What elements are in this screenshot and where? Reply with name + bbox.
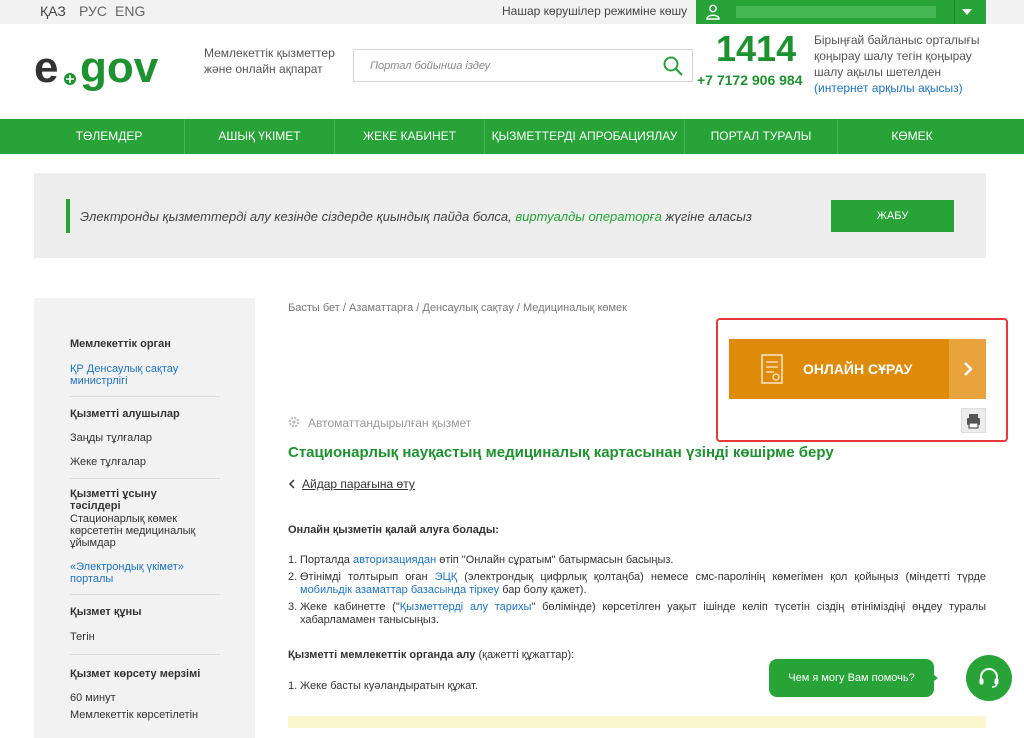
gear-icon xyxy=(288,416,300,428)
page-title: Стационарлық науқастың медициналық карта… xyxy=(288,444,834,461)
close-notice-button[interactable]: ЖАБУ xyxy=(831,200,954,232)
online-request-label: ОНЛАЙН СҰРАУ xyxy=(803,361,913,377)
gov-body-link[interactable]: ҚР Денсаулық сақтау министрлігі xyxy=(70,363,210,387)
term-label: Қызмет көрсету мерзімі xyxy=(70,668,201,680)
user-icon xyxy=(706,4,720,20)
list-item: 3. Жеке кабинетте ("Қызметтерді алу тари… xyxy=(288,601,987,626)
online-request-button[interactable]: ОНЛАЙН СҰРАУ xyxy=(729,339,986,399)
automated-service-label: Автоматтандырылған қызмет xyxy=(288,416,471,430)
top-bar: ҚАЗ РУС ENG Нашар көрушілер режиміне көш… xyxy=(0,0,1024,24)
sidebar-divider xyxy=(70,654,220,655)
headset-icon xyxy=(979,668,999,688)
list-item: 1. Порталда авторизациядан өтіп "Онлайн … xyxy=(288,554,674,566)
chat-button[interactable] xyxy=(966,655,1012,701)
chevron-left-icon xyxy=(288,479,295,489)
sidebar-divider xyxy=(70,478,220,479)
nav-help[interactable]: КӨМЕК xyxy=(838,119,986,154)
method-egov-portal-link[interactable]: «Электрондық үкімет» порталы xyxy=(70,561,210,585)
required-docs-list: 1. Жеке басты куәландыратын құжат. xyxy=(288,680,478,696)
methods-label: Қызметті ұсыну тәсілдері xyxy=(70,488,157,512)
gov-body-docs-title: Қызметті мемлекеттік органда алу (қажетт… xyxy=(288,649,574,661)
callcenter-info: Бірыңғай байланыс орталығы қоңырау шалу … xyxy=(814,32,990,96)
service-info-sidebar: Мемлекеттік орган ҚР Денсаулық сақтау ми… xyxy=(34,298,255,738)
breadcrumb[interactable]: Басты бет / Азаматтарға / Денсаулық сақт… xyxy=(288,302,627,314)
header-tagline: Мемлекеттік қызметтер және онлайн ақпара… xyxy=(204,46,335,76)
lang-kaz[interactable]: ҚАЗ xyxy=(40,3,66,19)
notice-text-before: Электронды қызметтерді алу кезінде сізде… xyxy=(80,209,516,224)
method-medical-organizations: Стационарлық көмек көрсететін медициналы… xyxy=(70,513,196,549)
step-text: Порталда xyxy=(300,554,353,566)
automated-service-text: Автоматтандырылған қызмет xyxy=(308,416,472,430)
nav-personal-cabinet[interactable]: ЖЕКЕ КАБИНЕТ xyxy=(335,119,485,154)
nav-service-testing[interactable]: ҚЫЗМЕТТЕРДІ АПРОБАЦИЯЛАУ xyxy=(485,119,685,154)
how-to-title: Онлайн қызметін қалай алуға болады: xyxy=(288,524,499,536)
gov-body-docs-bold: Қызметті мемлекеттік органда алу xyxy=(288,649,476,661)
svg-text:e: e xyxy=(34,43,58,92)
user-menu[interactable] xyxy=(696,0,986,24)
recipients-label: Қызметті алушылар xyxy=(70,408,180,420)
nav-payments[interactable]: ТӨЛЕМДЕР xyxy=(34,119,185,154)
gov-body-label: Мемлекеттік орган xyxy=(70,338,171,350)
lang-rus[interactable]: РУС xyxy=(79,3,107,19)
recipient-individuals: Жеке тұлғалар xyxy=(70,456,146,468)
callcenter-long-number[interactable]: +7 7172 906 984 xyxy=(697,72,803,88)
egov-logo[interactable]: e gov xyxy=(34,42,190,92)
cost-label: Қызмет құны xyxy=(70,606,142,618)
lang-eng[interactable]: ENG xyxy=(115,3,145,19)
sidebar-divider xyxy=(70,594,220,595)
nav-open-government[interactable]: АШЫҚ ҮКІМЕТ xyxy=(185,119,335,154)
back-to-passport-link[interactable]: Айдар парағына өту xyxy=(288,477,415,491)
nav-about-portal[interactable]: ПОРТАЛ ТУРАЛЫ xyxy=(685,119,838,154)
online-request-arrow xyxy=(949,339,986,399)
svg-text:gov: gov xyxy=(80,43,159,92)
search-icon[interactable] xyxy=(662,55,684,77)
eds-link[interactable]: ЭЦҚ xyxy=(435,571,457,583)
term-value: 60 минут xyxy=(70,692,116,704)
step-text: Өтінімді толтырып оған xyxy=(300,571,435,583)
user-name-redacted xyxy=(736,6,936,18)
list-item: 1. Жеке басты куәландыратын құжат. xyxy=(288,680,478,692)
search-input[interactable] xyxy=(354,50,654,81)
step-text: (электрондық цифрлық қолтаңба) немесе см… xyxy=(457,571,986,583)
printer-icon xyxy=(967,414,980,429)
user-menu-divider xyxy=(954,0,955,24)
service-history-link[interactable]: Қызметтерді алу тарихы xyxy=(400,601,532,613)
vision-mode-link[interactable]: Нашар көрушілер режиміне көшу xyxy=(502,4,687,18)
notice-text: Электронды қызметтерді алу кезінде сізде… xyxy=(80,209,752,224)
back-link-text: Айдар парағына өту xyxy=(302,477,415,491)
gov-body-docs-rest: (қажетті құжаттар): xyxy=(475,649,575,661)
chevron-down-icon[interactable] xyxy=(962,9,972,15)
chevron-right-icon xyxy=(964,362,973,376)
step-text: Жеке кабинетте (" xyxy=(300,601,400,613)
info-banner xyxy=(288,716,986,728)
steps-list: 1. Порталда авторизациядан өтіп "Онлайн … xyxy=(288,554,986,631)
print-button[interactable] xyxy=(961,408,986,433)
term-value-extra: Мемлекеттік көрсетілетін xyxy=(70,709,199,721)
doc-item-text: Жеке басты куәландыратын құжат. xyxy=(300,680,478,692)
step-text: бар болу қажет). xyxy=(499,584,587,596)
notice-text-after: жүгіне аласыз xyxy=(661,209,752,224)
mobile-citizens-base-link[interactable]: мобильдік азаматтар базасында тіркеу xyxy=(300,584,499,596)
document-icon xyxy=(761,354,783,384)
chat-prompt-bubble[interactable]: Чем я могу Вам помочь? xyxy=(769,659,934,697)
cost-value: Тегін xyxy=(70,631,95,643)
callcenter-info-text: Бірыңғай байланыс орталығы қоңырау шалу … xyxy=(814,33,980,79)
virtual-operator-link[interactable]: виртуалды операторға xyxy=(515,209,661,224)
callcenter-short-number[interactable]: 1414 xyxy=(716,28,796,70)
list-item: 2. Өтінімді толтырып оған ЭЦҚ (электронд… xyxy=(288,571,986,596)
notice-accent-bar xyxy=(66,199,70,233)
chat-bubble-tail xyxy=(930,672,938,684)
virtual-operator-notice: Электронды қызметтерді алу кезінде сізде… xyxy=(34,173,986,258)
main-nav: ТӨЛЕМДЕР АШЫҚ ҮКІМЕТ ЖЕКЕ КАБИНЕТ ҚЫЗМЕТ… xyxy=(0,119,1024,154)
internet-call-link[interactable]: (интернет арқылы ақысыз) xyxy=(814,81,963,95)
recipient-legal-entities: Заңды тұлғалар xyxy=(70,432,152,444)
authorization-link[interactable]: авторизациядан xyxy=(353,554,436,566)
search-box xyxy=(353,49,693,82)
sidebar-divider xyxy=(70,396,220,397)
step-text: өтіп "Онлайн сұратым" батырмасын басыңыз… xyxy=(436,554,674,566)
